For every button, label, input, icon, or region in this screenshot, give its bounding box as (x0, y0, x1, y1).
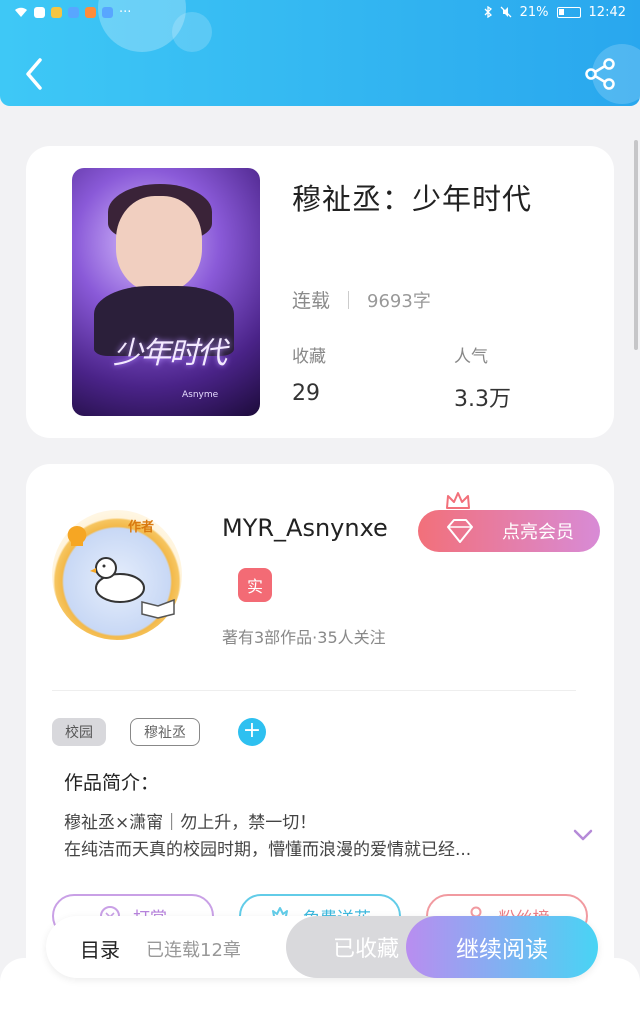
popularity-label: 人气 (454, 347, 488, 367)
continue-reading-button[interactable]: 继续阅读 (406, 916, 598, 978)
intro-line: 穆祉丞×潇甯｜勿上升，禁一切！ (64, 813, 317, 833)
section-divider (52, 690, 576, 691)
more-notifications: ··· (119, 4, 132, 20)
battery-icon (556, 6, 581, 18)
collected-label: 已收藏 (332, 937, 399, 962)
popularity-value: 3.3万 (454, 387, 511, 412)
plus-icon: + (242, 718, 262, 743)
chapter-count: 已连载12章 (146, 940, 241, 961)
duck-icon (90, 557, 145, 603)
lightbulb-icon (67, 525, 87, 546)
back-button[interactable] (18, 54, 50, 94)
mute-icon (500, 6, 512, 18)
serial-status: 连载 (292, 290, 331, 312)
chevron-left-icon (26, 58, 42, 90)
tag-character[interactable]: 穆祉丞 (130, 718, 200, 746)
intro-title: 作品简介： (64, 772, 160, 794)
favorites-stat: 收藏 29 (292, 342, 326, 406)
intro-text[interactable]: 穆祉丞×潇甯｜勿上升，禁一切！ 在纯洁而天真的校园时期，懵懂而浪漫的爱情就已经.… (64, 810, 534, 864)
word-count: 9693字 (367, 290, 431, 312)
top-header: ··· 21% 12:42 (0, 0, 640, 106)
status-icons-right: 21% 12:42 (484, 5, 626, 20)
author-avatar[interactable] (52, 510, 182, 640)
author-tag: 作者 (128, 520, 155, 535)
scrollbar[interactable] (634, 140, 638, 350)
location-icon (68, 6, 79, 18)
author-name[interactable]: MYR_Asnynxe (222, 514, 388, 542)
bottom-action-bar: 目录 已连载12章 已收藏 继续阅读 (46, 916, 598, 978)
favorites-label: 收藏 (292, 347, 326, 367)
battery-percent: 21% (519, 4, 549, 20)
crown-icon (446, 492, 470, 509)
vip-button-label: 点亮会员 (502, 522, 574, 543)
favorites-value: 29 (292, 381, 320, 406)
share-icon (585, 58, 615, 90)
cover-credit: Asnyme (182, 390, 219, 400)
app-icon (34, 6, 45, 18)
book-cover[interactable]: 少年时代 Asnyme (72, 168, 260, 416)
book-status-row: 连载 9693字 (292, 286, 431, 313)
cloud-icon (102, 6, 113, 18)
book-title: 穆祉丞：少年时代 (292, 182, 533, 216)
tag-campus[interactable]: 校园 (52, 718, 106, 746)
clock: 12:42 (588, 4, 626, 20)
app-icon (51, 6, 62, 18)
app-icon (85, 6, 96, 18)
status-icons-left: ··· (14, 5, 131, 20)
popularity-stat: 人气 3.3万 (454, 342, 511, 413)
continue-reading-label: 继续阅读 (456, 937, 548, 963)
share-button[interactable] (582, 56, 618, 92)
status-bar: ··· 21% 12:42 (0, 0, 640, 24)
wifi-icon (15, 7, 27, 17)
verified-badge: 实 (238, 568, 272, 602)
cover-title-art: 少年时代 (113, 336, 227, 371)
book-icon (141, 598, 175, 619)
book-info-card: 少年时代 Asnyme 穆祉丞：少年时代 连载 9693字 收藏 29 人气 3… (26, 146, 614, 438)
bluetooth-icon (484, 6, 492, 18)
cover-face (116, 196, 202, 292)
intro-line: 在纯洁而天真的校园时期，懵懂而浪漫的爱情就已经... (64, 840, 472, 860)
table-of-contents-button[interactable]: 目录 (80, 934, 120, 963)
diamond-icon (447, 519, 473, 543)
divider (348, 290, 350, 309)
chevron-down-icon[interactable] (572, 824, 594, 846)
author-meta: 著有3部作品·35人关注 (222, 628, 386, 647)
add-tag-button[interactable]: + (238, 718, 266, 746)
